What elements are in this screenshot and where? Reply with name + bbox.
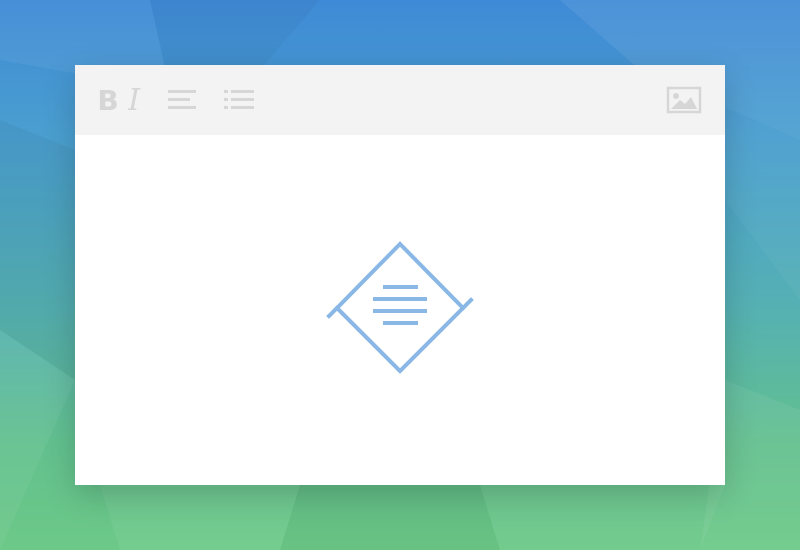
bold-icon: B [97,83,119,117]
bulleted-list-icon [224,90,254,109]
align-left-button[interactable] [167,83,197,117]
editor-window: B I [75,65,725,485]
editor-content-area[interactable] [75,135,725,485]
bulleted-list-button[interactable] [222,83,256,117]
italic-icon: I [128,82,140,118]
italic-button[interactable]: I [123,82,145,118]
bold-button[interactable]: B [97,83,119,117]
align-left-icon [168,90,196,109]
insert-image-button[interactable] [666,83,702,117]
text-document-diamond-icon [326,241,474,374]
image-icon [666,86,702,114]
editor-toolbar: B I [75,65,725,135]
